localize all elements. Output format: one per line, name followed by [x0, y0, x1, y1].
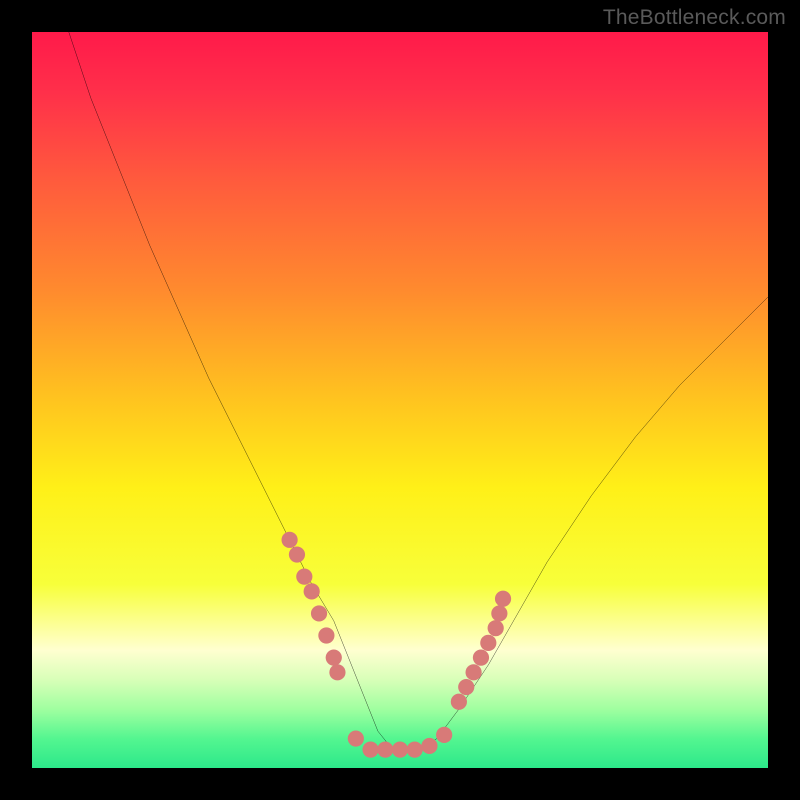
right-cluster-marker — [451, 694, 467, 710]
bottleneck-curve — [32, 32, 768, 768]
left-cluster-marker — [326, 650, 342, 666]
valley-cluster-marker — [421, 738, 437, 754]
right-cluster-marker — [491, 605, 507, 621]
right-cluster-marker — [488, 620, 504, 636]
right-cluster-marker — [495, 591, 511, 607]
valley-cluster-marker — [407, 742, 423, 758]
left-cluster-marker — [296, 569, 312, 585]
left-cluster-marker — [282, 532, 298, 548]
valley-cluster-marker — [362, 742, 378, 758]
left-cluster-marker — [289, 546, 305, 562]
valley-cluster-marker — [436, 727, 452, 743]
valley-cluster-marker — [377, 742, 393, 758]
watermark: TheBottleneck.com — [603, 6, 786, 30]
plot-area — [32, 32, 768, 768]
valley-cluster-marker — [392, 742, 408, 758]
left-cluster-marker — [318, 627, 334, 643]
left-cluster-marker — [311, 605, 327, 621]
left-cluster-marker — [304, 583, 320, 599]
valley-cluster-marker — [348, 730, 364, 746]
right-cluster-marker — [480, 635, 496, 651]
right-cluster-marker — [473, 650, 489, 666]
right-cluster-marker — [458, 679, 474, 695]
left-cluster-marker — [329, 664, 345, 680]
frame: TheBottleneck.com — [0, 0, 800, 800]
right-cluster-marker — [466, 664, 482, 680]
